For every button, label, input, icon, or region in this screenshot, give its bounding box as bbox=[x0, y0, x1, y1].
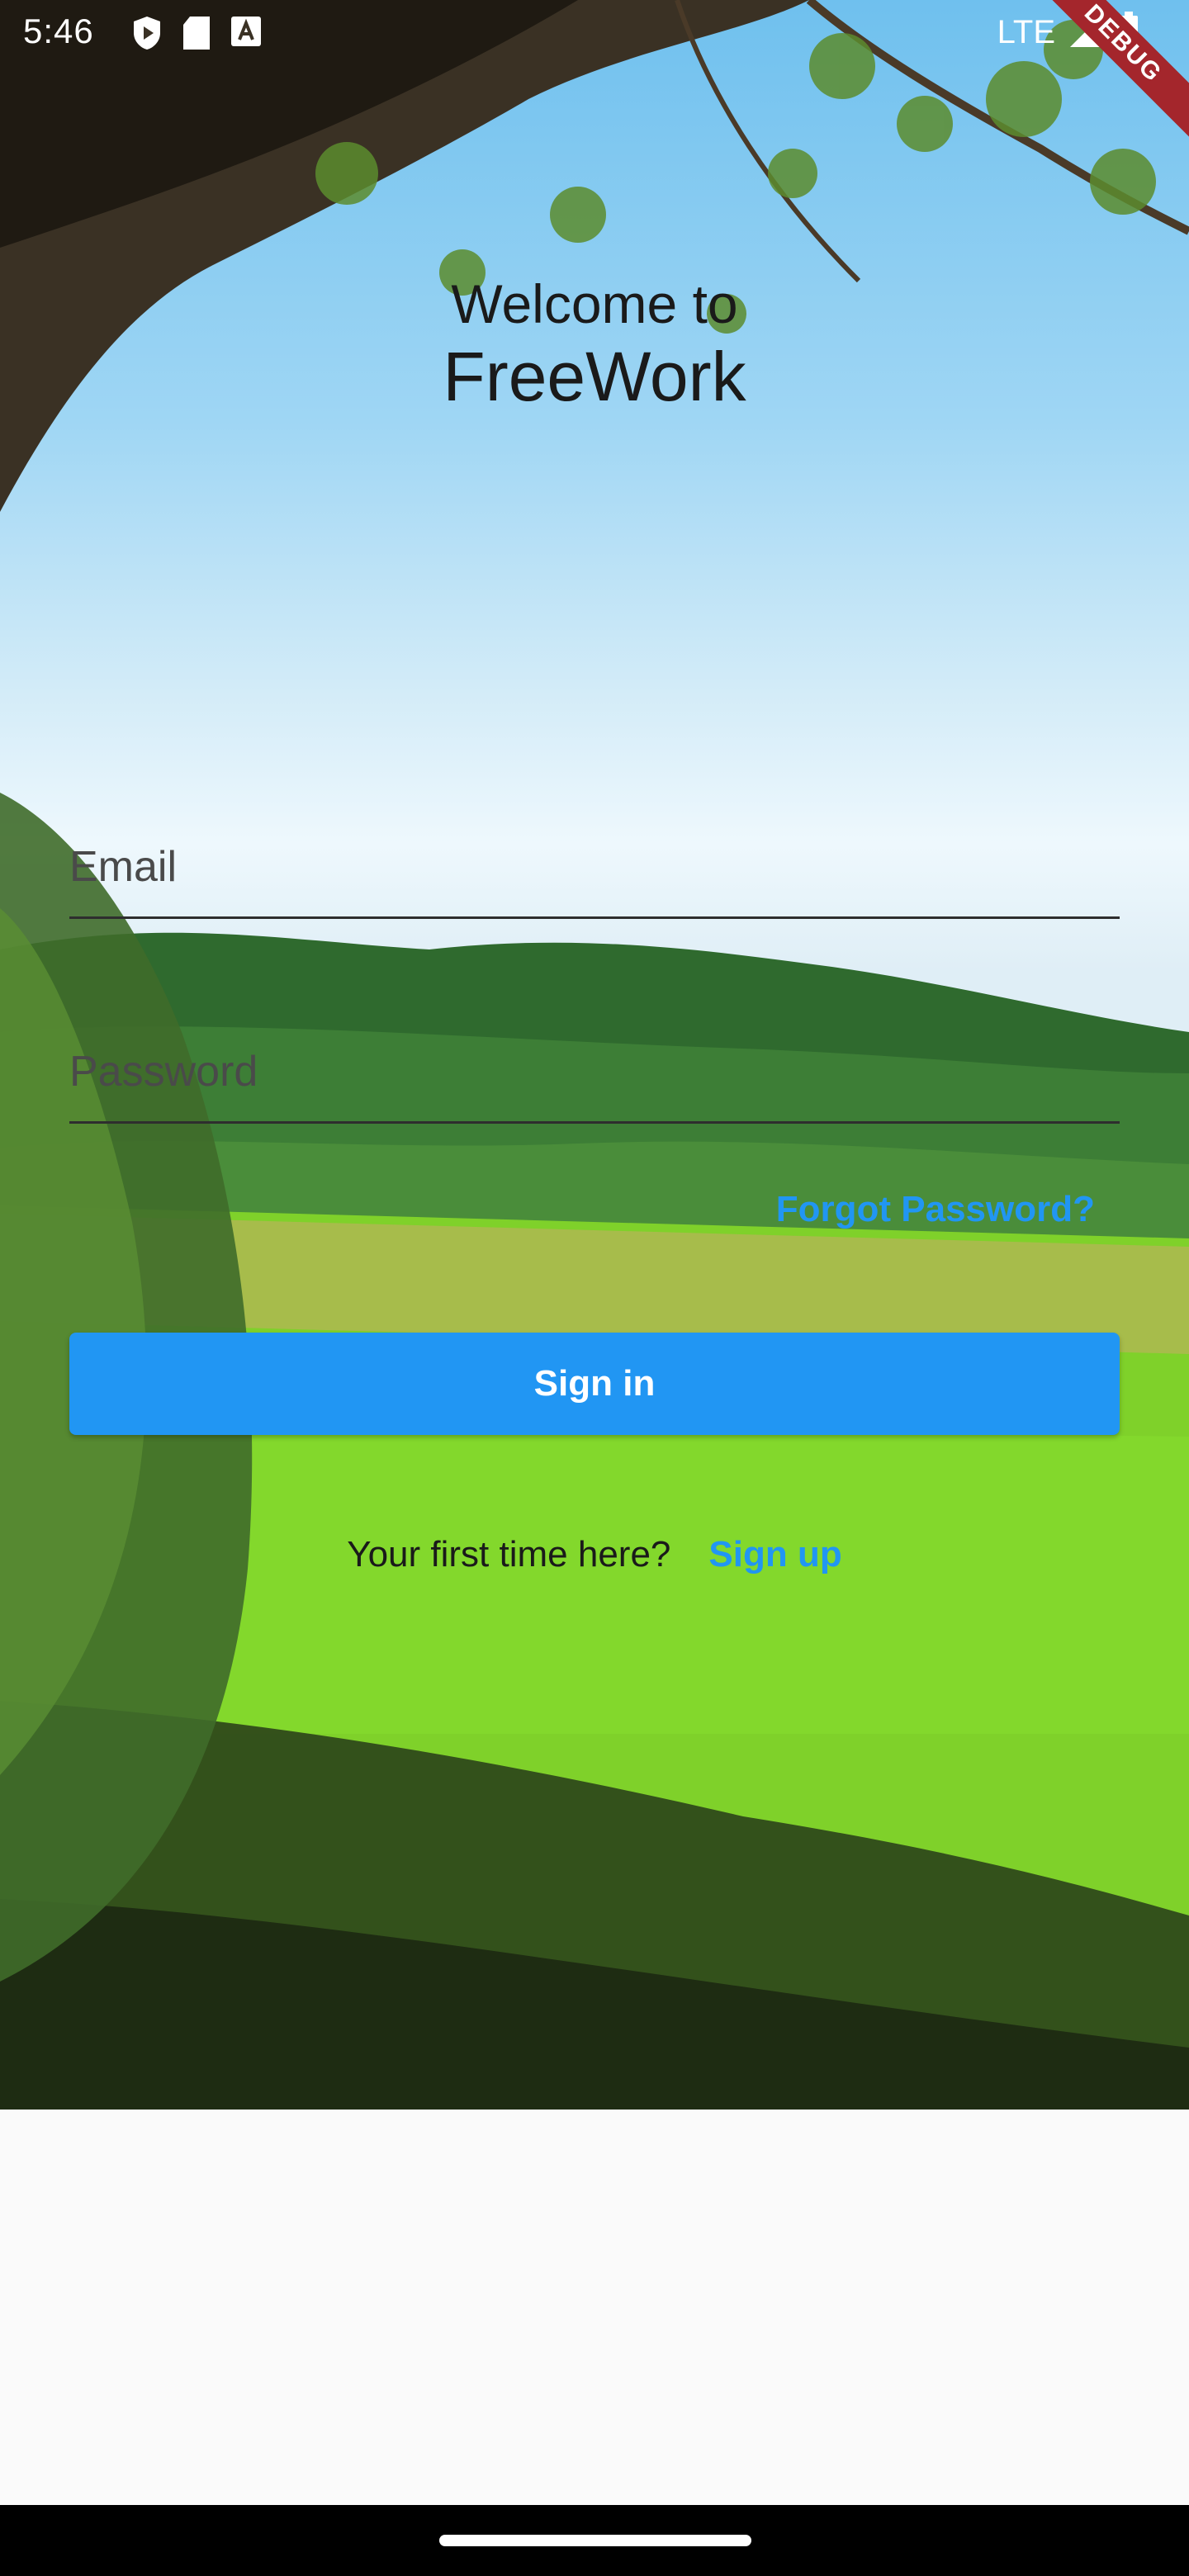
password-field[interactable] bbox=[69, 1022, 1120, 1124]
status-bar: 5:46 LTE bbox=[0, 0, 1189, 69]
signup-prompt: Your first time here? bbox=[347, 1534, 671, 1574]
email-field-container bbox=[69, 817, 1120, 919]
welcome-title: Welcome to bbox=[451, 273, 738, 334]
login-screen: 5:46 LTE DEBUG Welcome to FreeWork Email… bbox=[0, 0, 1189, 2576]
app-name-title: FreeWork bbox=[443, 338, 746, 415]
signup-row: Your first time here? Sign up bbox=[0, 1534, 1189, 1575]
password-field-container bbox=[69, 1022, 1120, 1124]
forgot-password-link[interactable]: Forgot Password? bbox=[776, 1189, 1095, 1230]
navigation-bar bbox=[0, 2505, 1189, 2576]
status-time: 5:46 bbox=[23, 12, 94, 50]
sign-in-button[interactable]: Sign in bbox=[69, 1333, 1120, 1435]
sign-up-link[interactable]: Sign up bbox=[708, 1534, 841, 1575]
keyboard-a-icon bbox=[230, 15, 263, 51]
shield-play-icon bbox=[130, 15, 163, 51]
network-type: LTE bbox=[997, 14, 1055, 50]
home-gesture-handle[interactable] bbox=[439, 2535, 751, 2546]
notification-icons bbox=[130, 15, 263, 51]
sd-card-icon bbox=[182, 15, 211, 51]
email-field[interactable] bbox=[69, 817, 1120, 919]
